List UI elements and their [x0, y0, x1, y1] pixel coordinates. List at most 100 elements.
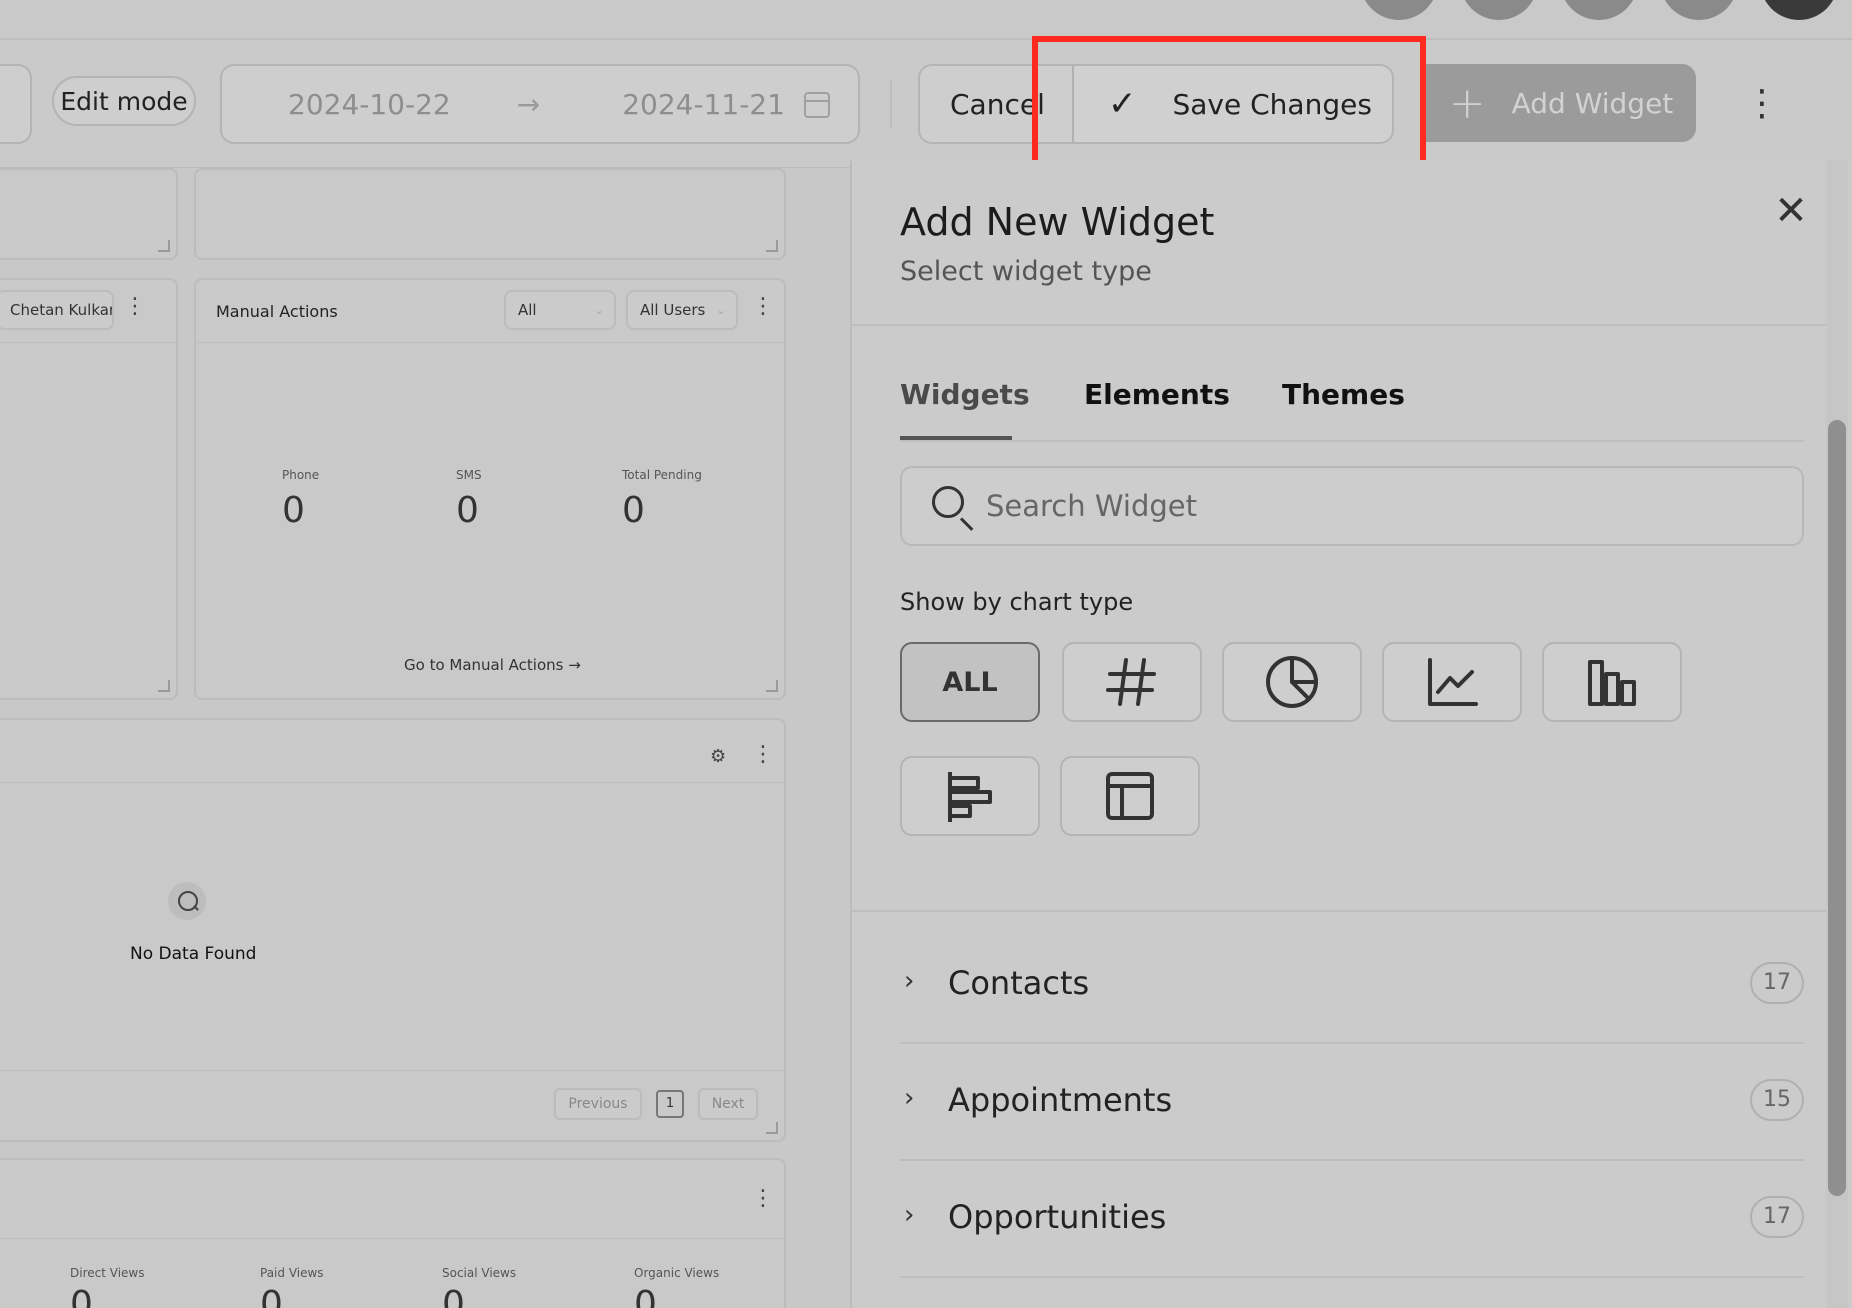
chart-type-pie-button[interactable]: [1222, 642, 1362, 722]
panel-subtitle: Select widget type: [900, 256, 1152, 287]
filter-type-select[interactable]: All ⌄: [504, 290, 616, 330]
category-opportunities[interactable]: › Opportunities 17: [900, 1162, 1804, 1278]
stat-label: Organic Views: [634, 1266, 720, 1280]
search-widget-box[interactable]: [900, 466, 1804, 546]
category-appointments[interactable]: › Appointments 15: [900, 1045, 1804, 1161]
add-widget-label: Add Widget: [1511, 86, 1674, 120]
page-number[interactable]: 1: [656, 1090, 684, 1118]
card-more-icon[interactable]: ⋮: [752, 294, 774, 319]
chevron-down-icon: ⌄: [593, 303, 604, 317]
date-range-picker[interactable]: 2024-10-22 → 2024-11-21: [220, 64, 860, 144]
panel-title: Add New Widget: [900, 200, 1215, 244]
card-more-icon[interactable]: ⋮: [752, 1186, 774, 1211]
arrow-right-icon: →: [516, 87, 541, 121]
add-widget-panel: Add New Widget Select widget type ✕ Widg…: [850, 160, 1852, 1308]
chart-type-all-label: ALL: [942, 666, 998, 698]
chart-type-all-button[interactable]: ALL: [900, 642, 1040, 722]
category-label: Appointments: [948, 1081, 1173, 1119]
card-more-icon[interactable]: ⋮: [752, 742, 774, 767]
stat-label: Paid Views: [260, 1266, 324, 1280]
line-chart-icon: [1428, 658, 1478, 706]
toolbar-divider: [890, 80, 892, 128]
card-more-icon[interactable]: ⋮: [124, 294, 146, 319]
tab-themes[interactable]: Themes: [1282, 378, 1405, 411]
filter-users-value: All Users: [640, 301, 706, 319]
stat-value: 0: [622, 490, 645, 531]
chevron-right-icon: ›: [904, 1200, 915, 1230]
stat-value: 0: [634, 1284, 657, 1308]
chart-type-number-button[interactable]: [1062, 642, 1202, 722]
arrow-right-icon: →: [568, 656, 581, 674]
bar-chart-icon: [1588, 660, 1636, 706]
tab-elements[interactable]: Elements: [1084, 378, 1230, 411]
panel-scrollbar[interactable]: [1828, 420, 1846, 1196]
stat-label: Social Views: [442, 1266, 517, 1280]
avatar[interactable]: [1560, 0, 1638, 20]
user-avatar[interactable]: [1760, 0, 1838, 20]
top-bar: [0, 0, 1852, 40]
toolbar-left-control[interactable]: [0, 64, 32, 144]
category-contacts[interactable]: › Contacts 17: [900, 928, 1804, 1044]
date-start: 2024-10-22: [288, 87, 451, 121]
stat-value: 0: [282, 490, 305, 531]
card-title: Manual Actions: [216, 302, 338, 321]
add-widget-button[interactable]: + Add Widget: [1426, 64, 1696, 142]
chevron-right-icon: ›: [904, 1083, 915, 1113]
close-icon[interactable]: ✕: [1770, 190, 1812, 232]
avatar[interactable]: [1460, 0, 1538, 20]
date-end: 2024-11-21: [622, 87, 785, 121]
previous-page-button[interactable]: Previous: [554, 1088, 642, 1120]
filter-users-select[interactable]: All Users ⌄: [626, 290, 738, 330]
chevron-down-icon: ⌄: [715, 303, 726, 317]
category-label: Opportunities: [948, 1198, 1167, 1236]
manual-actions-card: Manual Actions All ⌄ All Users ⌄ ⋮ Phone 0…: [194, 278, 786, 700]
chevron-right-icon: ›: [904, 966, 915, 996]
plus-icon: +: [1448, 77, 1486, 129]
save-changes-label: Save Changes: [1172, 87, 1372, 121]
filter-settings-icon[interactable]: ⚙: [710, 746, 726, 767]
widget-card: [0, 168, 178, 260]
avatar[interactable]: [1660, 0, 1738, 20]
link-label: Go to Manual Actions: [404, 656, 564, 674]
calendar-icon[interactable]: [804, 92, 830, 118]
widget-card: [194, 168, 786, 260]
edit-mode-badge[interactable]: Edit mode: [52, 76, 196, 126]
stat-label: Phone: [282, 468, 320, 482]
stat-value: 0: [456, 490, 479, 531]
number-icon: [1106, 658, 1156, 706]
widget-card: Chetan Kulkarni ⋮: [0, 278, 178, 700]
chart-type-horizontal-bar-button[interactable]: [900, 756, 1040, 836]
more-options-icon[interactable]: ⋮: [1744, 84, 1780, 124]
views-card: ⋮ Direct Views 0 Paid Views 0 Social Vie…: [0, 1158, 786, 1308]
no-data-text: No Data Found: [130, 944, 257, 964]
category-count-badge: 17: [1750, 962, 1804, 1004]
stat-value: 0: [260, 1284, 283, 1308]
stat-value: 0: [442, 1284, 465, 1308]
category-count-badge: 15: [1750, 1079, 1804, 1121]
cancel-label: Cancel: [950, 87, 1045, 121]
avatar[interactable]: [1360, 0, 1438, 20]
stat-label: Total Pending: [622, 468, 702, 482]
search-icon: [168, 882, 206, 920]
chart-type-bar-button[interactable]: [1542, 642, 1682, 722]
stat-label: SMS: [456, 468, 482, 482]
next-page-button[interactable]: Next: [698, 1088, 758, 1120]
chart-type-label: Show by chart type: [900, 588, 1134, 616]
category-count-badge: 17: [1750, 1196, 1804, 1238]
go-to-manual-actions-link[interactable]: Go to Manual Actions →: [404, 656, 581, 674]
horizontal-bar-chart-icon: [948, 772, 992, 822]
chart-type-line-button[interactable]: [1382, 642, 1522, 722]
table-icon: [1106, 772, 1154, 820]
table-card: ⚙ ⋮ Previous 1 Next: [0, 718, 786, 1142]
pie-chart-icon: [1266, 656, 1318, 708]
user-select[interactable]: Chetan Kulkarni: [0, 290, 114, 330]
save-changes-button[interactable]: ✓ Save Changes: [1072, 64, 1394, 144]
filter-type-value: All: [518, 301, 537, 319]
search-widget-input[interactable]: [986, 484, 1766, 528]
tab-widgets[interactable]: Widgets: [900, 378, 1030, 411]
search-icon: [932, 486, 964, 518]
check-icon: ✓: [1108, 84, 1137, 124]
chart-type-table-button[interactable]: [1060, 756, 1200, 836]
user-select-value: Chetan Kulkarni: [10, 301, 114, 319]
stat-value: 0: [70, 1284, 93, 1308]
